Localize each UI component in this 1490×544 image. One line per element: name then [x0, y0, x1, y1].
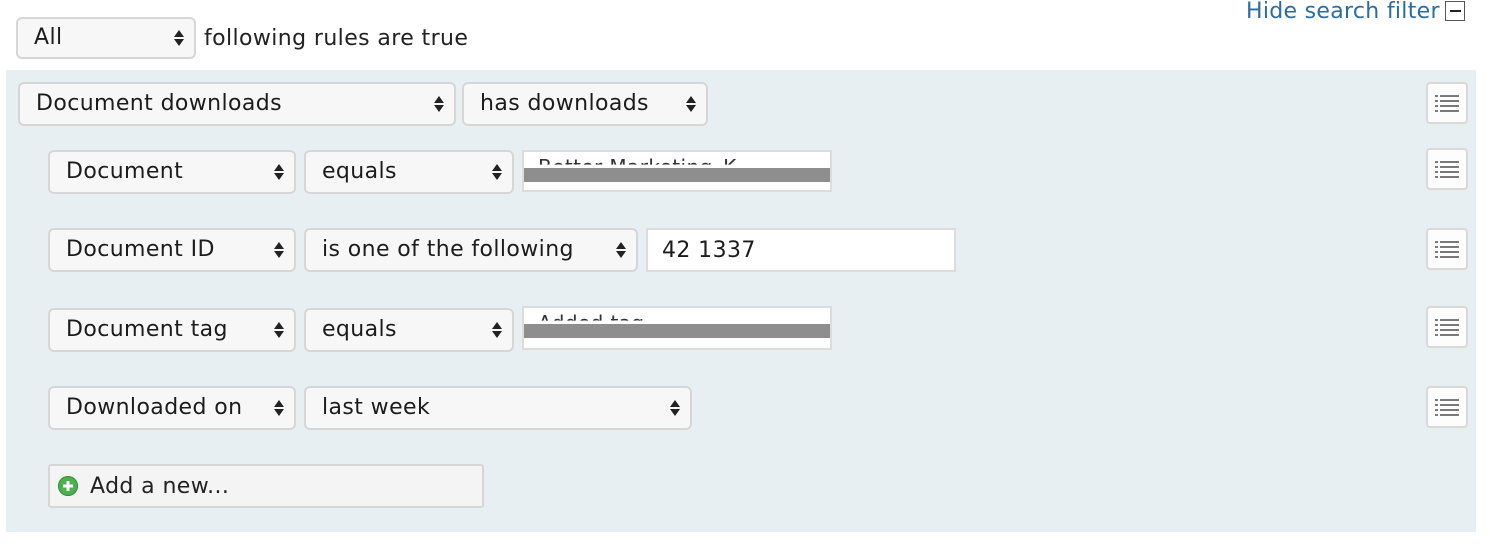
rule-operator-select[interactable]: is one of the following [304, 228, 638, 272]
plus-circle-icon [58, 476, 78, 496]
rule-field-value: Downloaded on [66, 395, 243, 420]
select-arrows-icon [274, 322, 284, 338]
select-arrows-icon [274, 242, 284, 258]
rule-operator-value: is one of the following [322, 237, 574, 262]
select-arrows-icon [670, 400, 680, 416]
rule-menu-button[interactable] [1426, 228, 1468, 270]
list-menu-icon [1435, 399, 1459, 416]
hide-search-filter-link[interactable]: Hide search filter [1246, 0, 1440, 24]
list-menu-icon [1435, 161, 1459, 178]
rule-field-select[interactable]: Document [48, 150, 296, 194]
rule-field-value: Document ID [66, 237, 215, 262]
select-arrows-icon [274, 400, 284, 416]
match-suffix-label: following rules are true [204, 26, 469, 51]
select-arrows-icon [492, 322, 502, 338]
rule-field-select[interactable]: Document ID [48, 228, 296, 272]
filter-group-panel [6, 70, 1476, 532]
select-arrows-icon [492, 164, 502, 180]
group-field-value: Document downloads [36, 91, 283, 116]
group-menu-button[interactable] [1426, 82, 1468, 124]
add-new-button[interactable]: Add a new... [48, 464, 484, 508]
group-operator-value: has downloads [480, 91, 649, 116]
match-mode-value: All [34, 25, 63, 50]
rule-operator-select[interactable]: equals [304, 150, 514, 194]
list-menu-icon [1435, 241, 1459, 258]
rule-menu-button[interactable] [1426, 386, 1468, 428]
add-new-label: Add a new... [90, 473, 230, 499]
redaction-bar [524, 168, 830, 182]
select-arrows-icon [686, 96, 696, 112]
rule-value-input[interactable]: Added tag [522, 306, 832, 350]
select-arrows-icon [274, 164, 284, 180]
select-arrows-icon [616, 242, 626, 258]
select-arrows-icon [434, 96, 444, 112]
rule-operator-select[interactable]: equals [304, 308, 514, 352]
rule-value-text: 42 1337 [662, 237, 756, 263]
rule-field-value: Document tag [66, 317, 228, 342]
rule-menu-button[interactable] [1426, 306, 1468, 348]
rule-value-input[interactable]: Better Marketing_K [522, 150, 832, 192]
rule-field-select[interactable]: Document tag [48, 308, 296, 352]
list-menu-icon [1435, 95, 1459, 112]
group-field-select[interactable]: Document downloads [18, 82, 456, 126]
select-arrows-icon [174, 30, 184, 46]
rule-field-value: Document [66, 159, 184, 184]
rule-operator-value: last week [322, 395, 431, 420]
rule-operator-select[interactable]: last week [304, 386, 692, 430]
list-menu-icon [1435, 319, 1459, 336]
group-operator-select[interactable]: has downloads [462, 82, 708, 126]
match-mode-select[interactable]: All [16, 17, 196, 59]
rule-operator-value: equals [322, 159, 397, 184]
rule-operator-value: equals [322, 317, 397, 342]
redaction-bar [524, 324, 830, 338]
rule-field-select[interactable]: Downloaded on [48, 386, 296, 430]
rule-value-input[interactable]: 42 1337 [646, 228, 956, 272]
minus-box-icon[interactable] [1445, 1, 1465, 21]
rule-menu-button[interactable] [1426, 148, 1468, 190]
